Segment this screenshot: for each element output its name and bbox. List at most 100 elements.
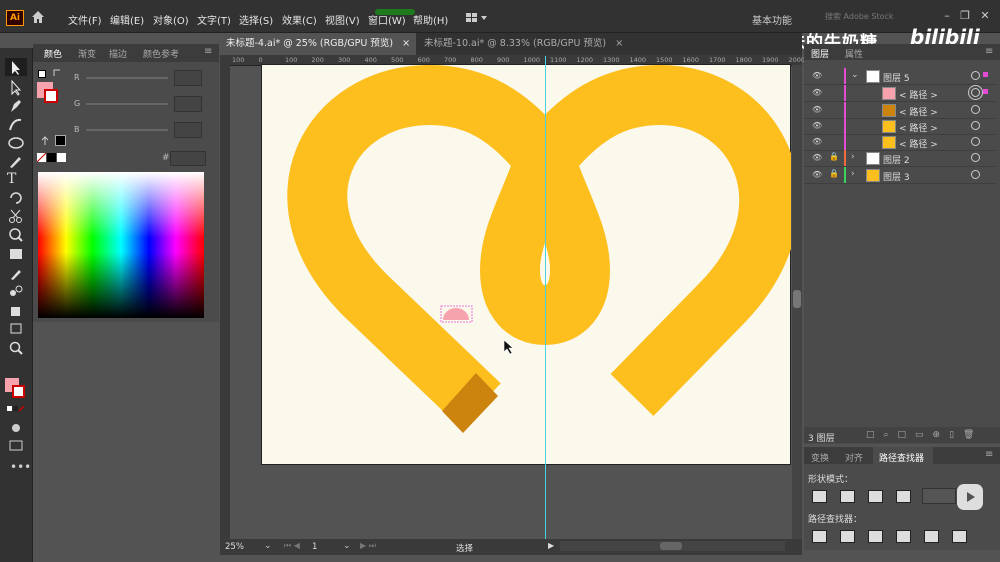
none-swatch[interactable]: [36, 152, 47, 163]
visibility-eye-icon[interactable]: 👁: [812, 137, 822, 146]
minimize-button[interactable]: –: [940, 10, 954, 22]
arrange-documents-icon[interactable]: [466, 13, 488, 23]
restore-button[interactable]: ❐: [958, 10, 972, 22]
close-button[interactable]: ✕: [978, 10, 992, 22]
visibility-eye-icon[interactable]: 👁: [812, 105, 822, 114]
vertical-scroll-thumb[interactable]: [793, 290, 801, 308]
home-icon[interactable]: [30, 9, 46, 25]
scissors-tool-icon[interactable]: [7, 208, 25, 224]
path-row-3[interactable]: 👁 < 路径 >: [804, 118, 996, 135]
workspace-switcher[interactable]: 基本功能: [752, 12, 792, 27]
divide-icon[interactable]: [812, 530, 827, 543]
close-tab-icon[interactable]: ×: [615, 38, 623, 49]
tab-properties[interactable]: 属性: [845, 47, 863, 60]
visibility-eye-icon[interactable]: 👁: [812, 121, 822, 130]
expand-toggle-icon[interactable]: ›: [851, 152, 855, 162]
menu-file[interactable]: 文件(F): [68, 12, 102, 27]
stroke-swatch[interactable]: [12, 385, 25, 398]
tab-gradient[interactable]: 渐变: [78, 47, 96, 60]
color-spectrum[interactable]: [38, 172, 204, 318]
layer-row-layer3[interactable]: 👁 🔒 › 图层 3: [804, 167, 996, 184]
out-of-gamut-icon[interactable]: [40, 136, 50, 146]
video-play-overlay-icon[interactable]: [957, 484, 983, 510]
curvature-tool-icon[interactable]: [7, 116, 25, 132]
g-value-input[interactable]: [174, 96, 202, 112]
draw-mode-icon[interactable]: [7, 420, 25, 436]
brush-tool-icon[interactable]: [7, 153, 25, 169]
visibility-eye-icon[interactable]: 👁: [812, 71, 822, 80]
tab-pathfinder[interactable]: 路径查找器: [879, 451, 924, 464]
menu-view[interactable]: 视图(V): [325, 12, 360, 27]
black-swatch[interactable]: [47, 153, 56, 162]
outline-icon[interactable]: [924, 530, 939, 543]
more-tools-icon[interactable]: •••: [10, 460, 31, 474]
hex-input[interactable]: [170, 151, 206, 166]
expand-toggle-icon[interactable]: ⌄: [851, 70, 859, 80]
gradient-tool-icon[interactable]: [7, 246, 25, 262]
b-value-input[interactable]: [174, 122, 202, 138]
visibility-eye-icon[interactable]: 👁: [812, 88, 822, 97]
minus-front-icon[interactable]: [840, 490, 855, 503]
swap-colors-icon[interactable]: [52, 68, 62, 78]
pathfinder-menu-icon[interactable]: ≡: [985, 449, 993, 460]
trim-icon[interactable]: [840, 530, 855, 543]
expand-toggle-icon[interactable]: ›: [851, 169, 855, 179]
cp-stroke-swatch[interactable]: [44, 89, 58, 103]
minus-back-icon[interactable]: [952, 530, 967, 543]
tab-align[interactable]: 对齐: [845, 451, 863, 464]
tab-color-guide[interactable]: 颜色参考: [143, 47, 179, 60]
visibility-eye-icon[interactable]: 👁: [812, 170, 822, 179]
last-artboard-icon[interactable]: ▶ ⏭: [360, 541, 376, 551]
menu-effect[interactable]: 效果(C): [282, 12, 317, 27]
tab-color[interactable]: 颜色: [44, 47, 62, 60]
visibility-eye-icon[interactable]: 👁: [812, 153, 822, 162]
path-row-4[interactable]: 👁 < 路径 >: [804, 134, 996, 151]
first-artboard-icon[interactable]: ⏮ ◀: [284, 541, 300, 551]
eyedropper-tool-icon[interactable]: [7, 265, 25, 281]
r-slider[interactable]: [86, 77, 168, 79]
status-menu-arrow[interactable]: ▶: [548, 541, 554, 550]
tab-document-10[interactable]: 未标题-10.ai* @ 8.33% (RGB/GPU 预览) ×: [418, 33, 629, 55]
close-tab-icon[interactable]: ×: [402, 38, 410, 49]
tab-layers[interactable]: 图层: [811, 47, 829, 60]
target-circle-icon[interactable]: [971, 137, 980, 146]
lock-icon[interactable]: 🔒: [829, 169, 839, 178]
g-slider[interactable]: [86, 103, 168, 105]
layer-row-layer2[interactable]: 👁 🔒 › 图层 2: [804, 150, 996, 167]
default-colors-icon[interactable]: [38, 70, 46, 78]
target-circle-icon[interactable]: [971, 71, 980, 80]
menu-type[interactable]: 文字(T): [197, 12, 231, 27]
zoom-tool-icon[interactable]: [7, 340, 25, 356]
screen-mode-icon[interactable]: [7, 437, 25, 453]
target-circle-icon[interactable]: [971, 88, 980, 97]
layers-footer-buttons[interactable]: □⌕□▭⊕▯🗑: [866, 430, 983, 440]
lock-icon[interactable]: 🔒: [829, 152, 839, 161]
target-circle-icon[interactable]: [971, 170, 980, 179]
artboard-dropdown-icon[interactable]: ⌄: [343, 541, 351, 551]
rotate-tool-icon[interactable]: [7, 190, 25, 206]
menu-edit[interactable]: 编辑(E): [110, 12, 144, 27]
symbol-sprayer-tool-icon[interactable]: [7, 302, 25, 318]
blend-tool-icon[interactable]: [7, 283, 25, 299]
menu-object[interactable]: 对象(O): [153, 12, 189, 27]
exclude-icon[interactable]: [896, 490, 911, 503]
ellipse-tool-icon[interactable]: [7, 135, 25, 151]
tab-stroke[interactable]: 描边: [109, 47, 127, 60]
panel-menu-icon[interactable]: ≡: [204, 46, 212, 57]
r-value-input[interactable]: [174, 70, 202, 86]
tab-transform[interactable]: 变换: [811, 451, 829, 464]
type-tool-icon[interactable]: T: [7, 171, 25, 187]
horizontal-scroll-thumb[interactable]: [660, 542, 682, 550]
vertical-ruler[interactable]: [220, 65, 230, 540]
direct-selection-tool-icon[interactable]: [7, 80, 25, 96]
menu-help[interactable]: 帮助(H): [413, 12, 448, 27]
merge-icon[interactable]: [868, 530, 883, 543]
intersect-icon[interactable]: [868, 490, 883, 503]
artwork-heart-logo[interactable]: [261, 64, 791, 465]
path-row-1[interactable]: 👁 < 路径 >: [804, 85, 996, 102]
stock-search-input[interactable]: 搜索 Adobe Stock: [825, 11, 913, 25]
artboard-tool-icon[interactable]: [7, 320, 25, 336]
zoom-level-field[interactable]: 25%: [225, 542, 244, 552]
expand-button[interactable]: [922, 488, 956, 504]
target-circle-icon[interactable]: [971, 121, 980, 130]
